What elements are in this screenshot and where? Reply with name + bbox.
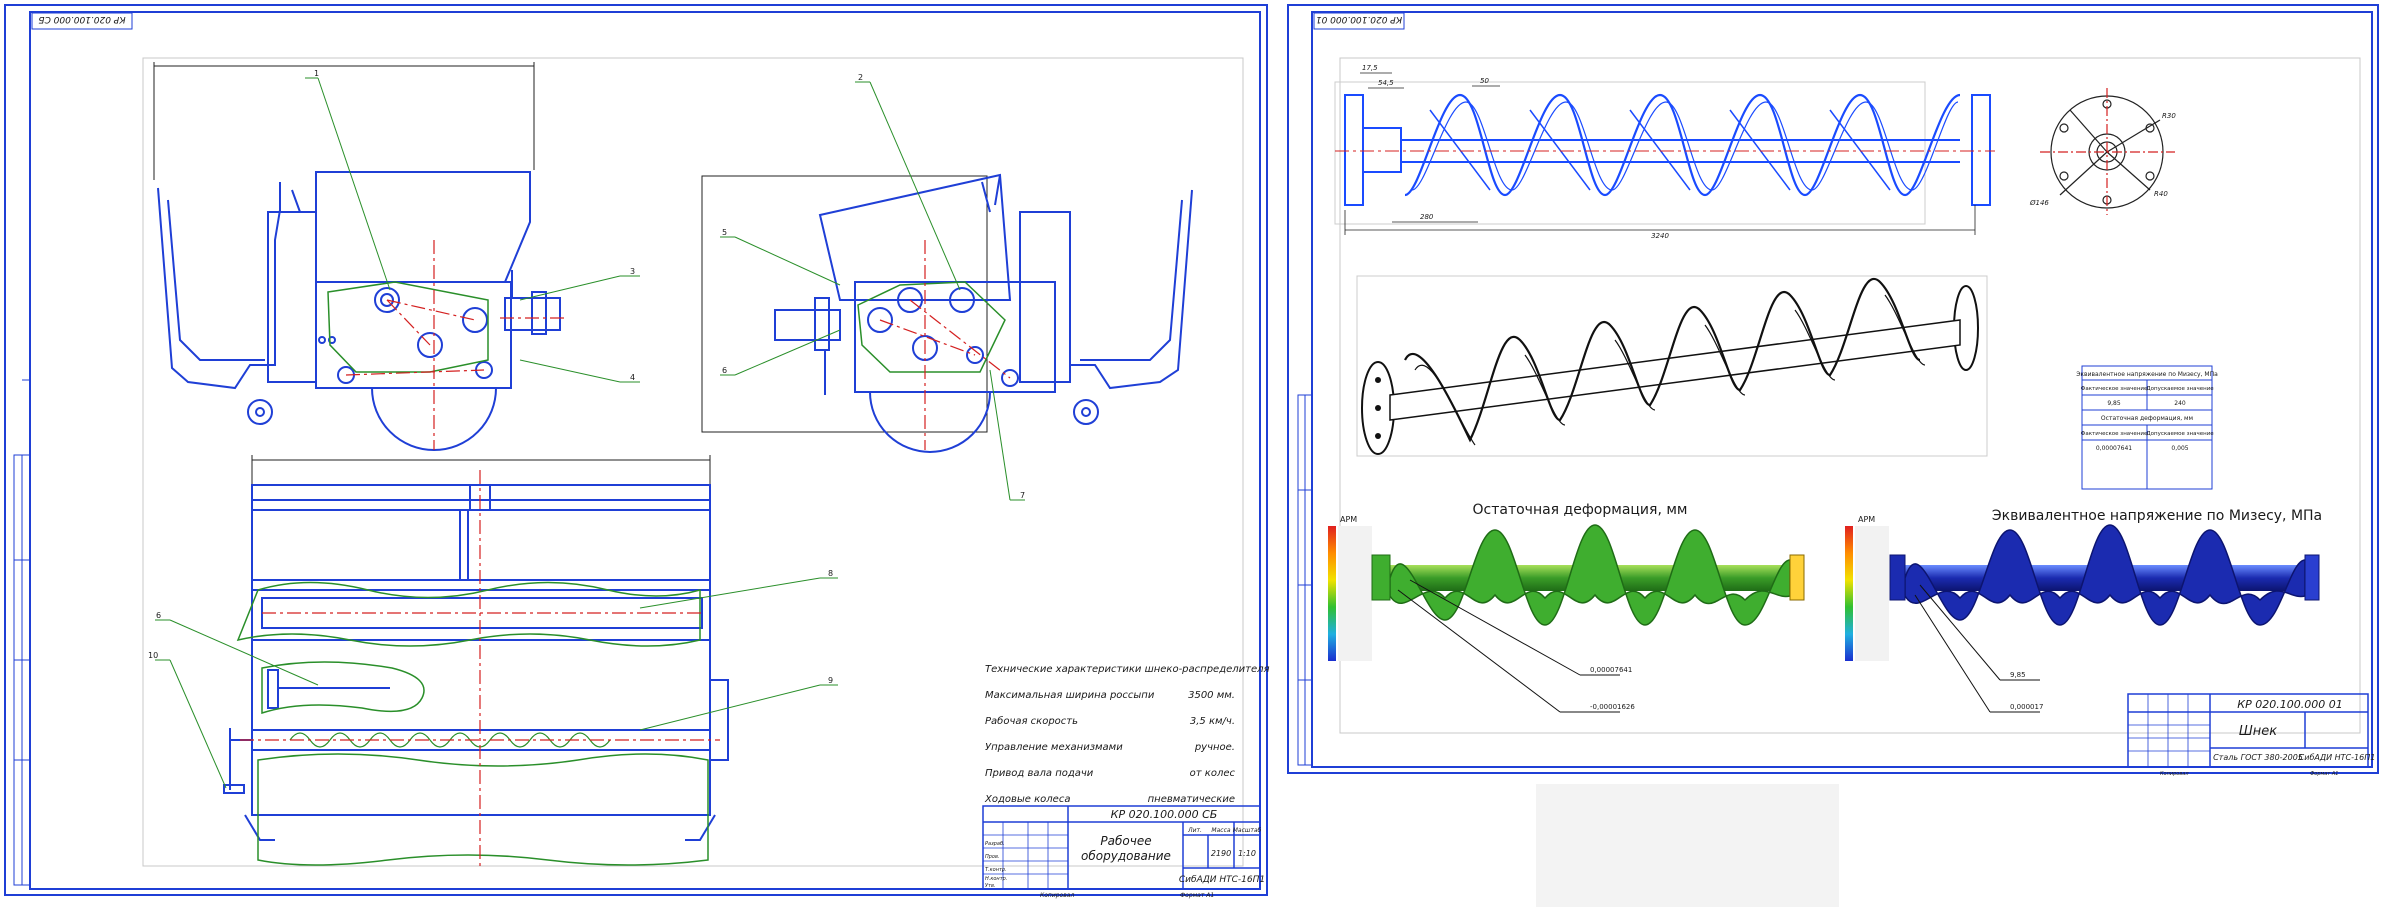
sheet-2-org: СибАДИ НТС-16П1 [2299,753,2376,762]
dim-r2: R40 [2154,190,2168,198]
fea-left-brand: APM [1340,515,1357,524]
top-view-green-outline-1 [236,581,701,647]
tech-spec-value: от колес [1190,768,1236,779]
sheet-1-corner-stamp: КР 020.100.000 СБ [38,14,125,24]
top-view-centerlines [240,470,720,870]
results-table-cell: Фактическое значение [2081,431,2148,437]
sheet-1-part-name-line1: Рабочее [1100,834,1151,848]
side-view-left-green-outline [327,281,489,373]
sheet-1-scale: 1:10 [1238,849,1256,858]
sheet-2: КР 020.100.000 01 3240 280 17,5 54,5 50 … [1287,4,2379,777]
dim-phi: Ø146 [2029,199,2049,207]
sheet-1-org: СибАДИ НТС-16П1 [1179,875,1265,885]
tech-spec-label: Максимальная ширина россыпи [985,690,1155,701]
sheet-1-row-razrab: Разраб. [985,841,1005,847]
sheet-1-inner-frame [29,11,1261,890]
sheet-2-copy: Копировал [2160,771,2189,777]
results-table-cell: Допускаемое значение [2146,431,2214,437]
fea-right-callout-max: 9,85 [2010,671,2026,679]
callout-10: 10 [148,651,158,660]
dim-d2: 54,5 [1378,79,1394,87]
sheet-1-part-name-line2: оборудование [1081,849,1171,863]
sheet-2-material: Сталь ГОСТ 380-2005 [2213,753,2303,762]
tech-spec-label: Управление механизмами [985,742,1123,753]
dim-d1: 17,5 [1362,64,1378,72]
results-table-cell: 0,005 [2171,445,2188,452]
fea-left-callout-max: 0,00007641 [1590,666,1632,674]
sheet-2-left-margin-table [1297,394,1313,766]
results-table [2081,365,2213,490]
top-view-green-outline-3 [257,753,709,866]
tech-spec-label: Привод вала подачи [985,768,1094,779]
callout-2: 2 [858,73,863,82]
side-view-left-leaders [305,77,640,383]
dim-total-length: 3240 [1651,232,1669,240]
top-view-leaders [155,577,838,789]
fea-left-title: Остаточная деформация, мм [1473,502,1688,518]
callout-5: 5 [722,228,727,237]
sheet-1-drawing-code: КР 020.100.000 СБ [1111,808,1218,821]
tech-spec-value: 3,5 км/ч. [1190,716,1235,727]
fea-right-title: Эквивалентное напряжение по Мизесу, МПа [1992,508,2322,524]
sheet-1-left-margin-table [13,379,31,886]
sheet-1-row-prov: Пров. [985,854,1000,860]
fea-left-auger [1371,524,1805,713]
fea-left-legend: APM [1328,515,1372,661]
side-view-right-centerlines [879,240,1011,450]
fea-right-callout-min: 0,000017 [2010,703,2043,711]
fea-right-legend: APM [1845,515,1889,661]
drawing-canvas: КР 020.100.000 СБ 1 3 4 2 5 6 7 8 9 6 10… [4,4,2379,907]
empty-preview-tile [1536,784,1839,907]
sheet-1-hdr-mass: Масса [1211,827,1230,834]
callout-4: 4 [630,373,635,382]
results-table-cell: Остаточная деформация, мм [2101,415,2193,422]
tech-specs: Технические характеристики шнеко-распред… [984,664,1270,805]
auger-2d-view: 3240 280 17,5 54,5 50 [1334,64,1995,240]
sheet-1-hdr-lit: Лит. [1187,827,1202,834]
fea-right-brand: APM [1858,515,1875,524]
side-view-right-leaders [720,81,1025,501]
results-table-header: Эквивалентное напряжение по Мизесу, МПа [2076,371,2218,378]
results-table-cell: Фактическое значение [2081,386,2148,392]
sheet-1-format: Формат А1 [1180,892,1214,899]
results-table-cell: 9,85 [2107,400,2121,407]
sheet-1-copy: Копировал [1040,892,1074,899]
sheet-2-drawing-code: КР 020.100.000 01 [2237,698,2342,711]
callout-7: 7 [1020,491,1025,500]
dim-r1: R30 [2162,112,2176,120]
sheet-1-mass: 2190 [1211,849,1231,858]
dim-pitch: 280 [1420,213,1434,221]
top-view [223,455,729,841]
dim-d3: 50 [1480,77,1489,85]
results-table-cell: 0,00007641 [2096,445,2132,452]
sheet-2-format: Формат А1 [2310,771,2338,777]
tech-spec-label: Ходовые колеса [984,794,1070,805]
callout-8: 8 [828,569,833,578]
side-view-right [701,173,1193,453]
fea-right-auger [1889,524,2320,713]
auger-3d-view [1356,275,1988,457]
sheet-1-hdr-scale: Масштаб [1233,827,1262,834]
sheet-2-corner-stamp: КР 020.100.000 01 [1316,14,1402,24]
sheet-1-row-nkontr: Н.контр. [985,876,1007,882]
fea-left-callout-min: -0,00001626 [1590,703,1635,711]
sheet-1-outer-frame [4,4,1268,896]
sheet-1-row-tkontr: Т.контр. [985,867,1007,873]
callout-3: 3 [630,267,635,276]
callout-6: 6 [722,366,727,375]
results-table-cell: 240 [2174,400,2186,407]
callout-9: 9 [828,676,833,685]
tech-spec-value: пневматические [1148,794,1235,805]
callout-6b: 6 [156,611,161,620]
sheet-1: КР 020.100.000 СБ 1 3 4 2 5 6 7 8 9 6 10… [4,4,1270,899]
tech-spec-label: Рабочая скорость [985,715,1078,727]
tech-spec-value: 3500 мм. [1188,690,1235,701]
results-table-cell: Допускаемое значение [2146,386,2214,392]
tech-spec-value: ручное. [1194,742,1235,753]
side-view-left [153,62,561,451]
tech-specs-title: Технические характеристики шнеко-распред… [985,664,1270,675]
sheet-2-part-name: Шнек [2239,724,2277,739]
sheet-1-row-utv: Утв. [985,883,996,889]
callout-1: 1 [314,69,319,78]
